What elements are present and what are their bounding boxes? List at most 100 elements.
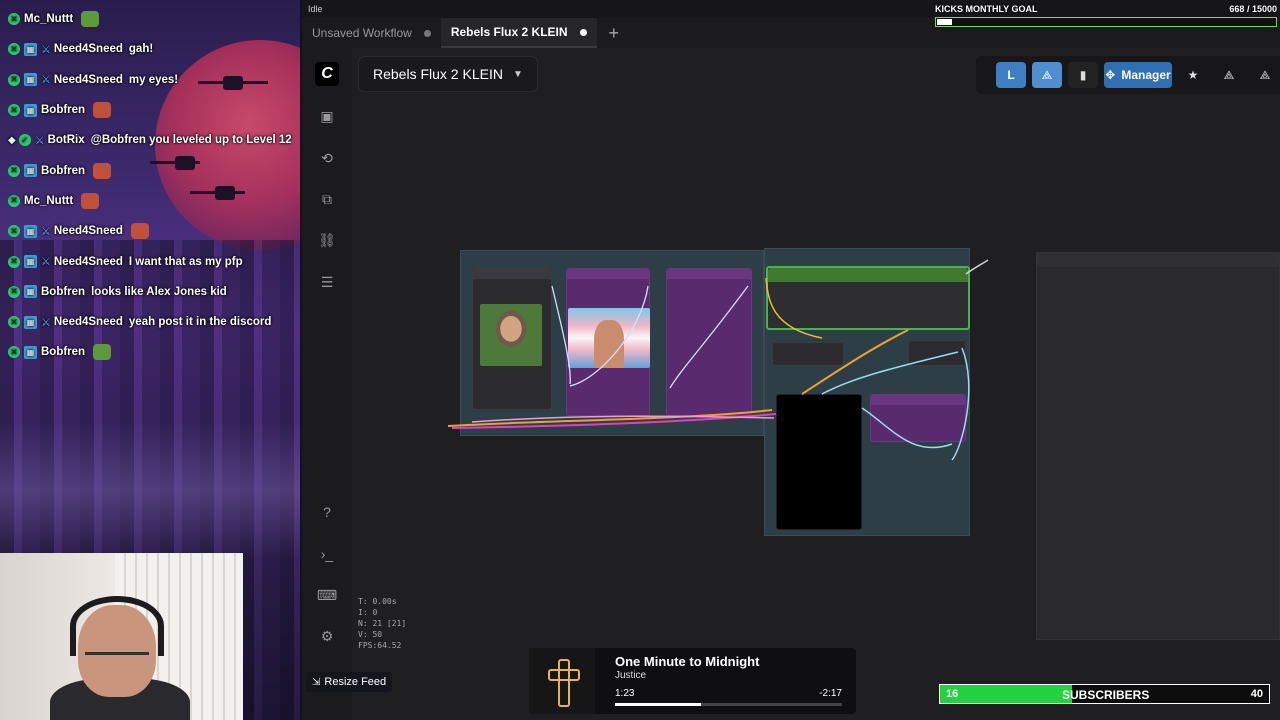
moderator-badge-icon: ✕	[8, 285, 20, 298]
goal-count: 668 / 15000	[1229, 4, 1277, 14]
subscriber-badge-icon: ▦	[24, 285, 37, 299]
subscriber-badge-icon: ▦	[24, 42, 37, 56]
sword-badge-icon: ⚔	[41, 316, 51, 329]
chat-username[interactable]: Need4Sneed	[54, 225, 123, 237]
chat-text: @Bobfren you leveled up to Level 12	[90, 134, 292, 147]
unsaved-dot-icon	[423, 29, 431, 37]
subscriber-badge-icon: ▦	[24, 255, 37, 269]
now-playing-widget: One Minute to Midnight Justice 1:23 -2:1…	[529, 648, 856, 714]
subscriber-badge-icon: ▦	[24, 315, 37, 329]
sword-badge-icon: ⚔	[41, 43, 51, 56]
subscriber-label: SUBSCRIBERS	[1062, 688, 1150, 702]
tab-rebels-flux[interactable]: Rebels Flux 2 KLEIN	[440, 18, 597, 48]
settings-gear-icon[interactable]: ⚙	[317, 626, 337, 646]
kicks-goal-widget: KICKS MONTHLY GOAL 668 / 15000	[935, 4, 1277, 30]
workflow-title-dropdown[interactable]: Rebels Flux 2 KLEIN ▼	[358, 56, 538, 92]
small-node[interactable]	[908, 340, 966, 366]
album-art	[529, 648, 595, 714]
graph-canvas[interactable]: Rebels Flux 2 KLEIN ▼ L ⟁ ▮ ✥ Manager ★ …	[352, 48, 1280, 720]
preview-image-node[interactable]	[776, 394, 862, 530]
song-title: One Minute to Midnight	[615, 654, 760, 669]
triangle-outline-icon[interactable]: ⟁	[1214, 62, 1244, 88]
chat-message: ✕ ▦ Bobfren	[8, 337, 300, 367]
node-library-icon[interactable]: ⧉	[317, 189, 337, 209]
workflows-icon[interactable]: ☰	[317, 272, 337, 292]
manager-button[interactable]: ✥ Manager	[1104, 62, 1172, 88]
chat-username[interactable]: BotRix	[48, 134, 85, 146]
preview-panel[interactable]	[1036, 252, 1280, 640]
headset-icon	[70, 596, 164, 656]
subscriber-badge-icon: ▦	[24, 73, 37, 87]
help-icon[interactable]: ?	[317, 502, 337, 522]
subscriber-progress-fill	[940, 685, 1072, 703]
moderator-badge-icon: ✕	[8, 13, 20, 26]
resize-feed-label: Resize Feed	[324, 676, 387, 688]
emote-icon	[93, 102, 112, 119]
tab-unsaved-workflow[interactable]: Unsaved Workflow	[302, 18, 441, 48]
modified-dot-icon	[579, 28, 587, 36]
chat-message: ✕ ▦ ⚔ Need4Sneed gah!	[8, 34, 300, 64]
keyboard-icon[interactable]: ⌨	[317, 585, 337, 605]
verified-badge-icon: ✓	[18, 134, 31, 147]
sword-badge-icon: ⚔	[41, 74, 51, 87]
chat-message: ✕ ▦ Bobfren	[8, 155, 300, 185]
song-elapsed: 1:23	[615, 688, 635, 699]
chat-message: ◆ ✓ ⚔ BotRix @Bobfren you leveled up to Leve…	[8, 125, 300, 155]
chat-username[interactable]: Need4Sneed	[54, 316, 123, 328]
moderator-badge-icon: ✕	[8, 255, 20, 268]
chat-username[interactable]: Mc_Nuttt	[24, 13, 73, 25]
stat-vertices: V: 50	[358, 630, 383, 639]
chat-message: ✕ Mc_Nuttt	[8, 186, 300, 216]
subscriber-goal: 40	[1250, 688, 1263, 700]
triangle-icon[interactable]: ⟁	[1032, 62, 1062, 88]
emote-icon	[81, 11, 100, 28]
emote-icon	[93, 162, 112, 179]
queue-icon[interactable]: ⟲	[317, 148, 337, 168]
sword-badge-icon: ⚔	[41, 225, 51, 238]
prompt-node[interactable]	[766, 266, 970, 330]
chat-message: ✕ ▦ ⚔ Need4Sneed yeah post it in the discord	[8, 307, 300, 337]
glasses	[85, 652, 149, 662]
song-remaining: -2:17	[819, 688, 842, 699]
chat-username[interactable]: Bobfren	[41, 286, 85, 298]
chat-username[interactable]: Need4Sneed	[54, 43, 123, 55]
encoder-node[interactable]	[666, 268, 752, 416]
chat-username[interactable]: Mc_Nuttt	[24, 195, 73, 207]
moderator-badge-icon: ✕	[8, 73, 20, 86]
resize-feed-button[interactable]: ⇲ Resize Feed	[306, 672, 393, 692]
input-image-thumbnail	[480, 304, 542, 366]
sampler-node[interactable]	[870, 394, 966, 442]
chat-username[interactable]: Bobfren	[41, 346, 85, 358]
terminal-icon[interactable]: ›_	[317, 544, 337, 564]
subscriber-badge-icon: ▦	[24, 103, 37, 117]
chat-username[interactable]: Bobfren	[41, 165, 85, 177]
images-icon[interactable]: ▣	[317, 106, 337, 126]
emote-icon	[81, 192, 100, 209]
puzzle-icon: ✥	[1105, 68, 1116, 82]
emote-icon	[130, 223, 149, 240]
stat-fps: FPS:64.52	[358, 641, 402, 650]
chat-username[interactable]: Bobfren	[41, 104, 85, 116]
subscriber-count: 16	[946, 688, 959, 700]
chat-text: gah!	[128, 43, 154, 56]
model-library-icon[interactable]: ⛓	[317, 230, 337, 250]
triangle-outline-icon[interactable]: ⟁	[1250, 62, 1280, 88]
cross-icon	[548, 659, 580, 707]
small-node[interactable]	[772, 342, 844, 366]
bookmark-icon[interactable]: ▮	[1068, 62, 1098, 88]
emote-icon	[93, 344, 112, 361]
comfy-logo-icon[interactable]: C	[315, 62, 339, 86]
comfyui-window: Idle Unsaved Workflow Rebels Flux 2 KLEI…	[302, 0, 1280, 720]
top-action-bar: L ⟁ ▮ ✥ Manager ★ ⟁ ⟁	[976, 56, 1280, 94]
star-icon[interactable]: ★	[1178, 62, 1208, 88]
chat-username[interactable]: Need4Sneed	[54, 74, 123, 86]
sidebar: C ▣ ⟲ ⧉ ⛓ ☰ ? ›_ ⌨ ⚙	[302, 48, 352, 720]
l-button[interactable]: L	[996, 62, 1026, 88]
chevron-down-icon: ▼	[512, 68, 523, 80]
new-tab-button[interactable]: +	[597, 18, 632, 48]
bot-badge-icon: ◆	[8, 134, 16, 146]
stat-time: T: 0.00s	[358, 597, 397, 606]
subscriber-badge-icon: ▦	[24, 224, 37, 238]
chat-username[interactable]: Need4Sneed	[54, 256, 123, 268]
sword-badge-icon: ⚔	[34, 134, 45, 147]
